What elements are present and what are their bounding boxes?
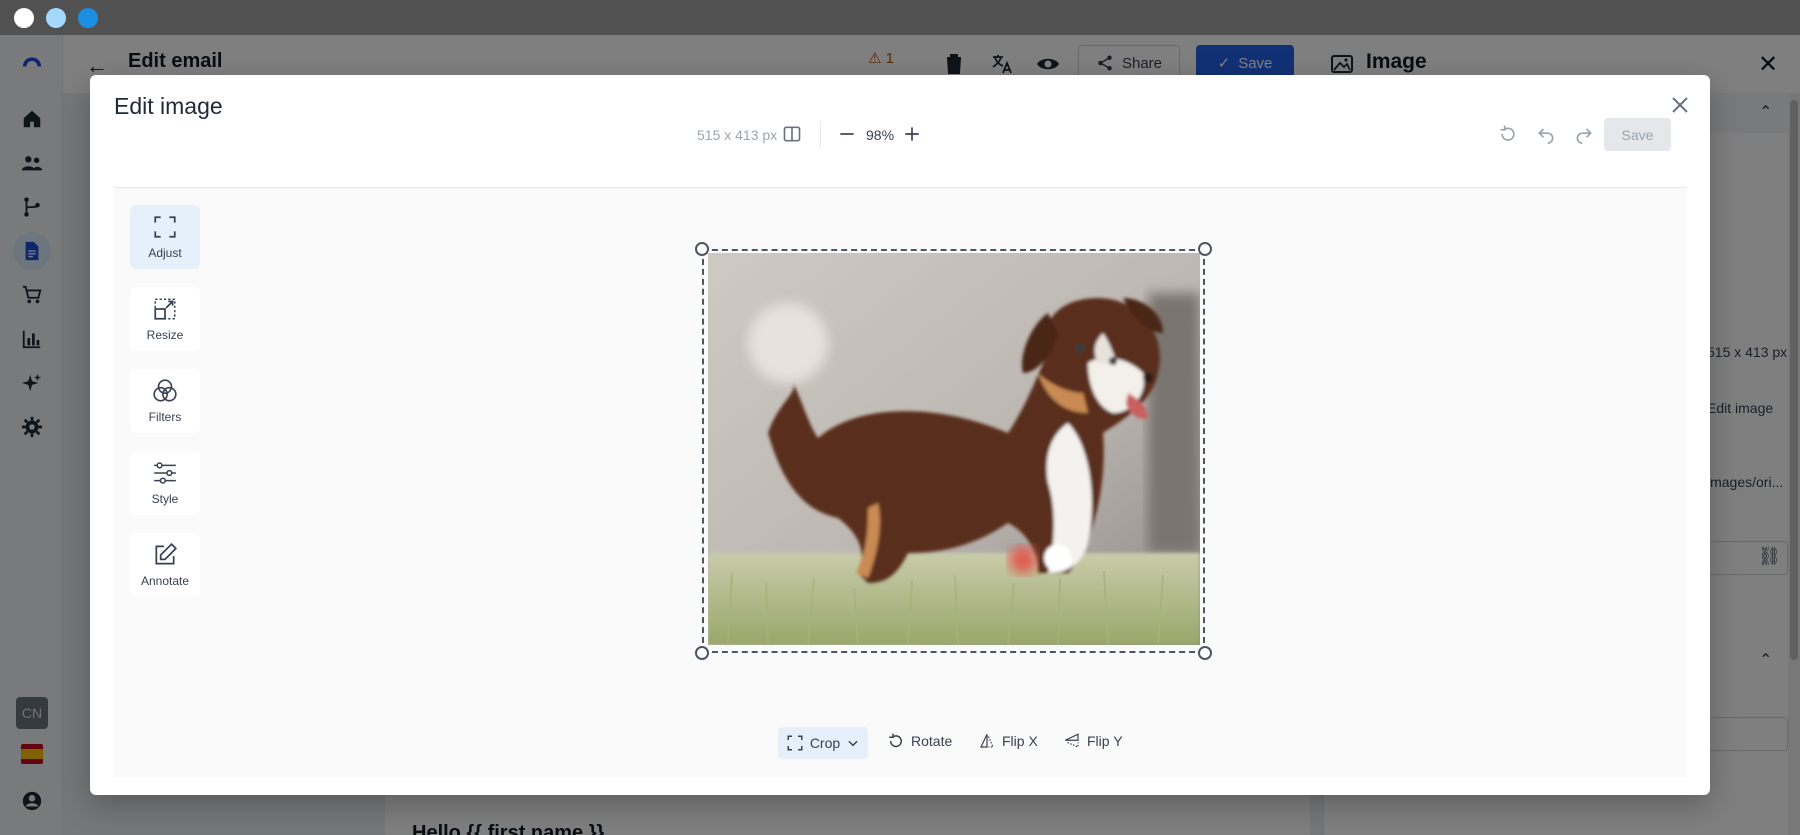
- toolbar-divider: [820, 121, 821, 147]
- rotate-button[interactable]: Rotate: [887, 724, 952, 758]
- tool-annotate[interactable]: Annotate: [130, 533, 200, 597]
- crop-label: Crop: [809, 735, 841, 751]
- crop-handle-bottom-left[interactable]: [695, 646, 709, 660]
- tool-annotate-label: Annotate: [140, 574, 190, 588]
- os-title-bar: [0, 0, 1800, 35]
- filters-icon: [153, 379, 177, 402]
- reset-icon[interactable]: [1498, 124, 1518, 144]
- flip-y-button[interactable]: Flip Y: [1063, 724, 1123, 758]
- flip-y-label: Flip Y: [1087, 733, 1123, 749]
- image-save-button[interactable]: Save: [1604, 118, 1671, 151]
- zoom-out-icon[interactable]: [837, 124, 857, 144]
- annotate-pencil-icon: [155, 542, 178, 565]
- undo-icon[interactable]: [1536, 124, 1556, 144]
- compare-split-icon[interactable]: [782, 124, 802, 144]
- tool-filters-label: Filters: [148, 410, 182, 424]
- tool-adjust[interactable]: Adjust: [130, 205, 200, 269]
- crop-button[interactable]: Crop: [778, 727, 868, 759]
- flip-y-icon: [1064, 733, 1079, 748]
- rotate-icon: [889, 733, 902, 748]
- rotate-label: Rotate: [911, 733, 953, 749]
- window-dot-blue[interactable]: [78, 8, 98, 28]
- redo-icon[interactable]: [1574, 124, 1594, 144]
- tool-style[interactable]: Style: [130, 451, 200, 515]
- tool-filters[interactable]: Filters: [130, 369, 200, 433]
- modal-close-icon[interactable]: [1668, 93, 1692, 117]
- crop-handle-bottom-right[interactable]: [1198, 646, 1212, 660]
- tool-adjust-label: Adjust: [148, 246, 182, 260]
- window-dot-white[interactable]: [14, 8, 34, 28]
- flip-x-button[interactable]: Flip X: [978, 724, 1038, 758]
- zoom-level: 98%: [866, 127, 895, 143]
- tool-resize-label: Resize: [146, 328, 184, 342]
- chevron-down-icon: [848, 740, 858, 747]
- zoom-in-icon[interactable]: [902, 124, 922, 144]
- crop-icon: [787, 735, 803, 751]
- crop-handle-top-right[interactable]: [1198, 242, 1212, 256]
- tool-resize[interactable]: Resize: [130, 287, 200, 351]
- image-dimensions: 515 x 413 px: [697, 127, 778, 143]
- flip-x-label: Flip X: [1002, 733, 1038, 749]
- window-dot-light-blue[interactable]: [46, 8, 66, 28]
- sliders-icon: [154, 462, 176, 484]
- resize-icon: [154, 298, 176, 320]
- tool-style-label: Style: [151, 492, 179, 506]
- crop-frame[interactable]: [702, 249, 1205, 653]
- flip-x-icon: [980, 733, 994, 748]
- crop-handle-top-left[interactable]: [695, 242, 709, 256]
- expand-corners-icon: [154, 216, 176, 238]
- modal-title: Edit image: [114, 93, 223, 119]
